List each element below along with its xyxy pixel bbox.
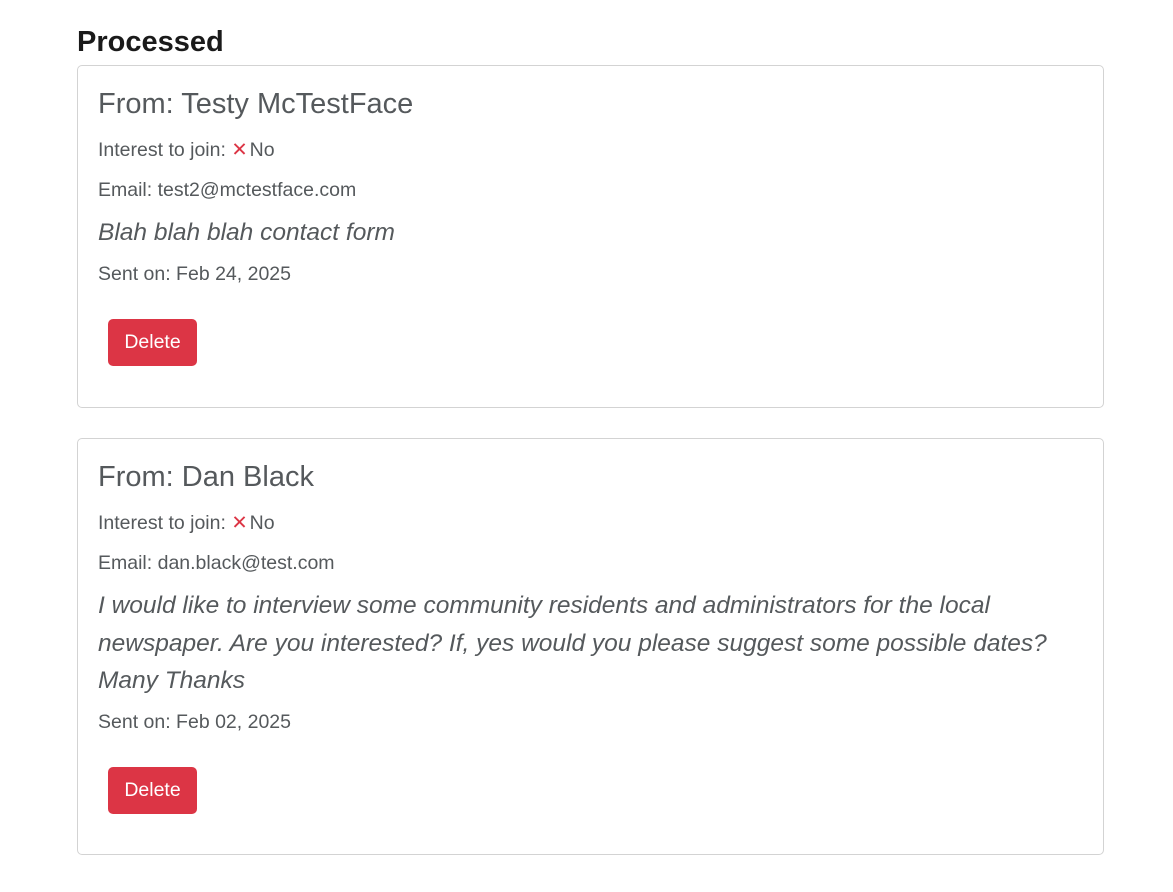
interest-row: Interest to join: ✕ No (98, 138, 1083, 162)
x-icon: ✕ (231, 512, 248, 534)
message-from: From: Testy McTestFace (98, 88, 414, 120)
delete-button[interactable]: Delete (108, 318, 197, 366)
section-title: Processed (77, 26, 224, 58)
message-sent-date: Sent on: Feb 02, 2025 (98, 710, 291, 733)
interest-label: Interest to join: (98, 139, 226, 161)
message-body: Blah blah blah contact form (98, 219, 395, 246)
message-sent-date: Sent on: Feb 24, 2025 (98, 262, 291, 285)
message-body: I would like to interview some community… (98, 592, 1047, 694)
interest-label: Interest to join: (98, 512, 226, 534)
interest-row: Interest to join: ✕ No (98, 511, 1083, 535)
message-card: From: Dan Black Interest to join: ✕ No Em… (77, 438, 1104, 855)
message-email: Email: test2@mctestface.com (98, 179, 357, 201)
message-card: From: Testy McTestFace Interest to join:… (77, 65, 1104, 408)
processed-section: Processed From: Testy McTestFace Interes… (77, 0, 1104, 885)
x-icon: ✕ (231, 139, 248, 161)
interest-value: No (249, 139, 275, 161)
message-email: Email: dan.black@test.com (98, 552, 335, 574)
interest-value: No (249, 512, 275, 534)
delete-button[interactable]: Delete (108, 766, 197, 814)
message-from: From: Dan Black (98, 461, 314, 493)
